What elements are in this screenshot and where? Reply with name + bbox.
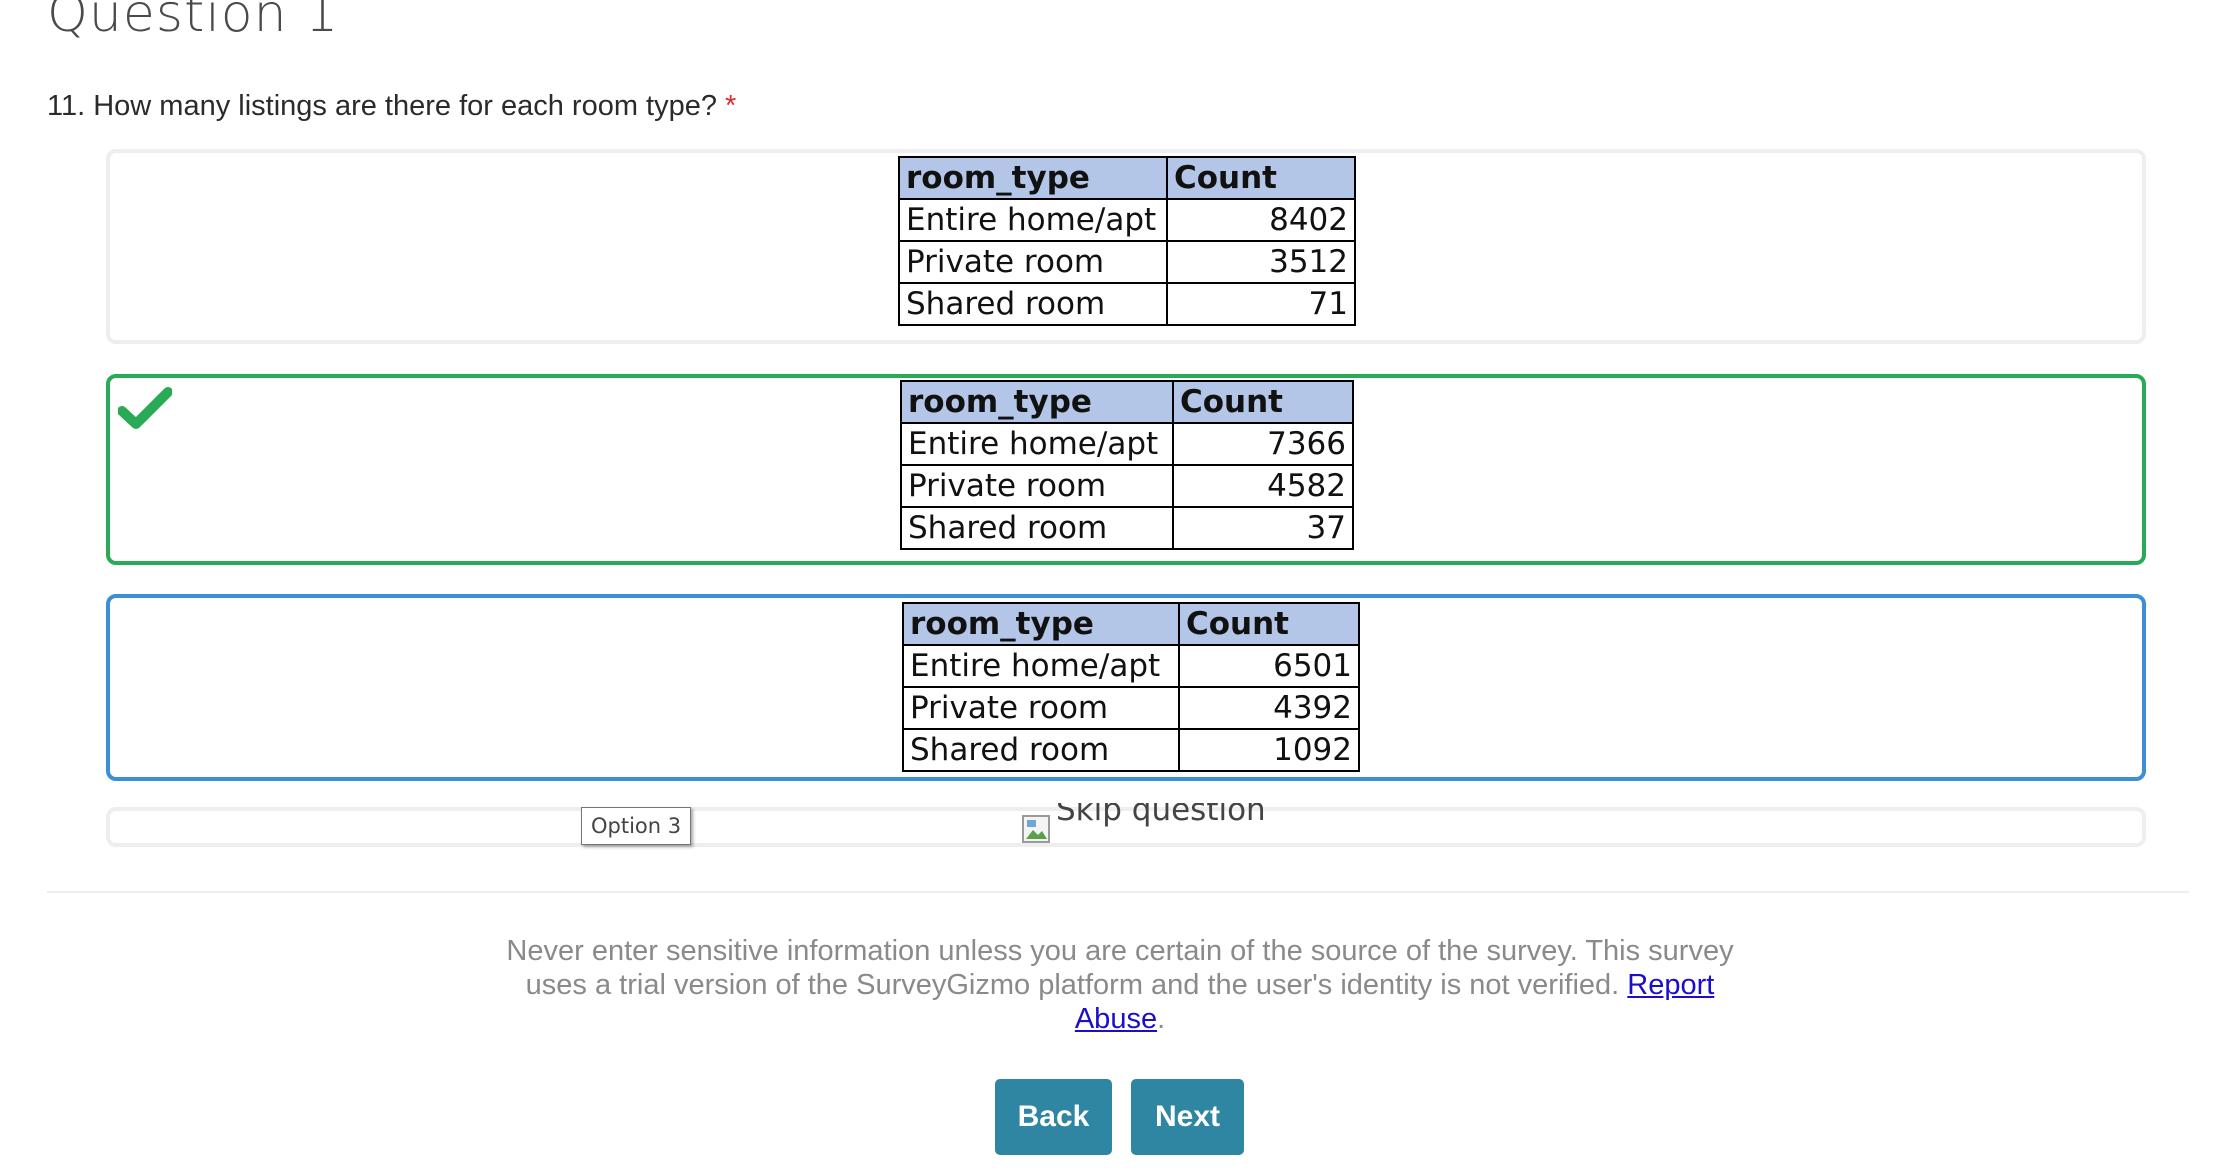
room-type-cell: Entire home/apt — [900, 422, 1174, 466]
room-type-cell: Shared room — [902, 728, 1180, 772]
table-row: Entire home/apt 6501 — [902, 644, 1360, 688]
tooltip: Option 3 — [581, 807, 692, 845]
count-cell: 4392 — [1178, 686, 1360, 730]
room-type-table-1: room_type Count Entire home/apt 8402 Pri… — [898, 156, 1356, 326]
skip-question-image[interactable]: Skip question — [1022, 803, 1266, 843]
footer-disclaimer: Never enter sensitive information unless… — [500, 934, 1740, 1036]
room-type-cell: Private room — [898, 240, 1168, 284]
table-row: Entire home/apt 8402 — [898, 198, 1356, 242]
table-header-row: room_type Count — [898, 156, 1356, 200]
table-row: Private room 4392 — [902, 686, 1360, 730]
table-header-row: room_type Count — [900, 380, 1354, 424]
count-cell: 6501 — [1178, 644, 1360, 688]
room-type-cell: Shared room — [900, 506, 1174, 550]
column-header: Count — [1166, 156, 1356, 200]
room-type-cell: Shared room — [898, 282, 1168, 326]
question-label: 11. How many listings are there for each… — [47, 86, 736, 126]
disclaimer-period: . — [1157, 1003, 1166, 1035]
room-type-cell: Private room — [900, 464, 1174, 508]
question-text: 11. How many listings are there for each… — [47, 90, 718, 122]
divider — [47, 891, 2189, 893]
back-button[interactable]: Back — [995, 1079, 1112, 1155]
checkmark-icon — [118, 387, 172, 429]
count-cell: 37 — [1172, 506, 1354, 550]
table-row: Shared room 1092 — [902, 728, 1360, 772]
table-header-row: room_type Count — [902, 602, 1360, 646]
answer-option-1[interactable]: room_type Count Entire home/apt 8402 Pri… — [106, 149, 2146, 344]
answer-option-2[interactable]: room_type Count Entire home/apt 7366 Pri… — [106, 374, 2146, 565]
table-row: Entire home/apt 7366 — [900, 422, 1354, 466]
column-header: room_type — [900, 380, 1174, 424]
skip-question-alt-text: Skip question — [1056, 803, 1266, 828]
room-type-table-3: room_type Count Entire home/apt 6501 Pri… — [902, 602, 1360, 772]
count-cell: 71 — [1166, 282, 1356, 326]
broken-image-icon — [1022, 815, 1050, 843]
required-marker: * — [725, 90, 737, 122]
next-button[interactable]: Next — [1131, 1079, 1244, 1155]
table-row: Private room 4582 — [900, 464, 1354, 508]
table-row: Shared room 71 — [898, 282, 1356, 326]
table-row: Shared room 37 — [900, 506, 1354, 550]
answer-option-3[interactable]: room_type Count Entire home/apt 6501 Pri… — [106, 594, 2146, 781]
column-header: room_type — [902, 602, 1180, 646]
count-cell: 4582 — [1172, 464, 1354, 508]
count-cell: 7366 — [1172, 422, 1354, 466]
room-type-cell: Entire home/apt — [898, 198, 1168, 242]
count-cell: 1092 — [1178, 728, 1360, 772]
disclaimer-text: Never enter sensitive information unless… — [506, 935, 1734, 1001]
column-header: Count — [1178, 602, 1360, 646]
count-cell: 8402 — [1166, 198, 1356, 242]
column-header: room_type — [898, 156, 1168, 200]
room-type-table-2: room_type Count Entire home/apt 7366 Pri… — [900, 380, 1354, 550]
room-type-cell: Entire home/apt — [902, 644, 1180, 688]
page-title: Question 1 — [47, 0, 340, 44]
table-row: Private room 3512 — [898, 240, 1356, 284]
count-cell: 3512 — [1166, 240, 1356, 284]
column-header: Count — [1172, 380, 1354, 424]
room-type-cell: Private room — [902, 686, 1180, 730]
